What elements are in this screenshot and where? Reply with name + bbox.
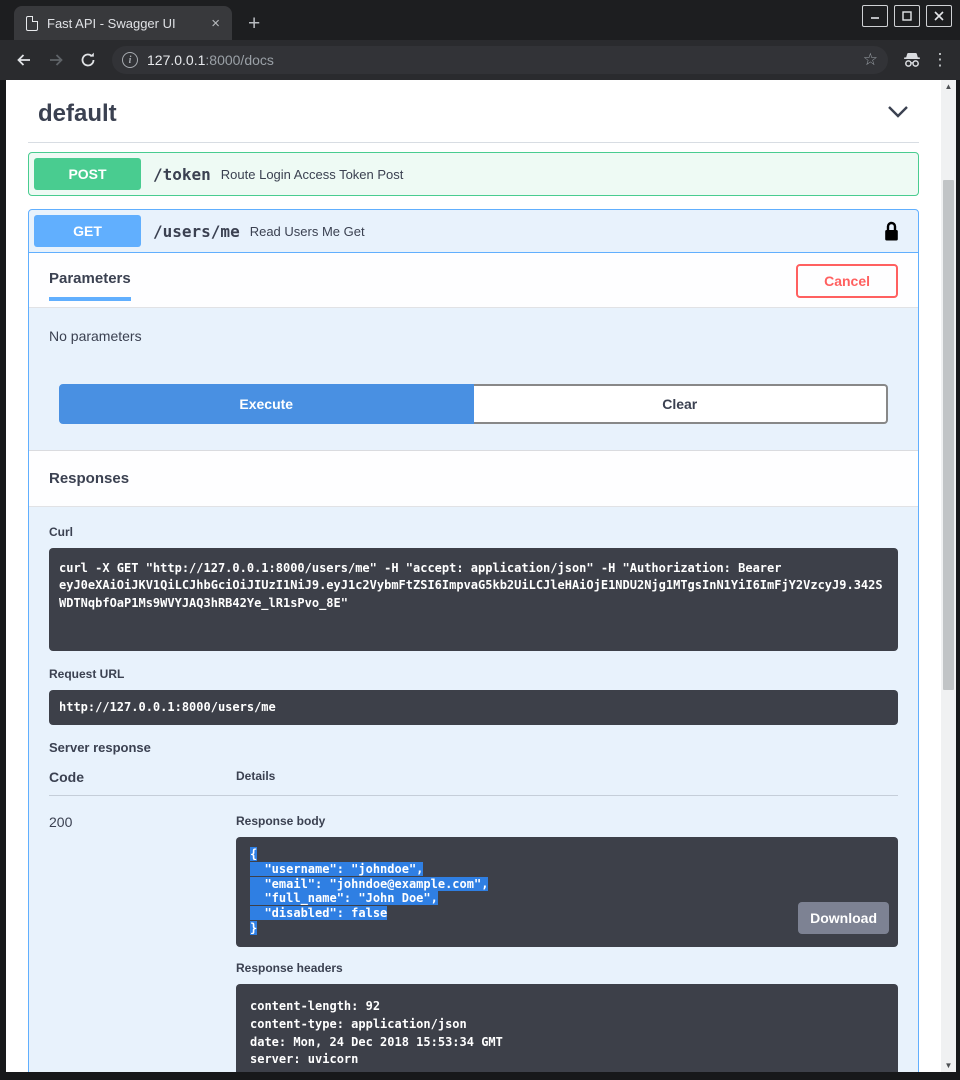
url-text[interactable]: 127.0.0.1:8000/docs <box>147 52 274 68</box>
cancel-button[interactable]: Cancel <box>796 264 898 298</box>
execute-button[interactable]: Execute <box>59 384 474 424</box>
window-controls <box>862 5 952 27</box>
get-method-badge: GET <box>34 215 141 247</box>
curl-command[interactable]: curl -X GET "http://127.0.0.1:8000/users… <box>49 548 898 651</box>
incognito-icon <box>898 46 926 74</box>
server-response-row: 200 Response body { "username": "johndoe… <box>49 796 898 1072</box>
browser-tab[interactable]: Fast API - Swagger UI × <box>14 6 232 40</box>
page-scrollbar[interactable]: ▲ ▼ <box>941 80 956 1072</box>
scrollbar-down-arrow[interactable]: ▼ <box>941 1059 956 1072</box>
auth-lock-icon[interactable] <box>884 221 899 242</box>
opblock-post-token: POST /token Route Login Access Token Pos… <box>28 152 919 196</box>
tag-title: default <box>38 100 117 128</box>
bookmark-star-icon[interactable]: ☆ <box>855 50 878 70</box>
get-users-me-summary: Read Users Me Get <box>250 224 365 239</box>
browser-window: Fast API - Swagger UI × + i <box>0 0 960 1080</box>
response-body[interactable]: { "username": "johndoe", "email": "johnd… <box>236 837 898 947</box>
tab-title: Fast API - Swagger UI <box>47 16 207 31</box>
page-viewport: default POST /token Route Login Access T… <box>0 80 960 1080</box>
scrollbar-thumb[interactable] <box>943 180 954 690</box>
url-host: 127.0.0.1 <box>147 52 205 68</box>
responses-section-header: Responses <box>29 450 918 507</box>
clear-button[interactable]: Clear <box>474 384 889 424</box>
swagger-page: default POST /token Route Login Access T… <box>6 80 941 1072</box>
responses-inner: Curl curl -X GET "http://127.0.0.1:8000/… <box>29 507 918 1072</box>
browser-toolbar: i 127.0.0.1:8000/docs ☆ ⋮ <box>0 40 960 80</box>
site-info-icon[interactable]: i <box>122 52 138 68</box>
response-headers-label: Response headers <box>236 961 898 975</box>
reload-icon[interactable] <box>74 46 102 74</box>
back-icon[interactable] <box>10 46 38 74</box>
browser-menu-icon[interactable]: ⋮ <box>930 46 950 74</box>
execute-row: Execute Clear <box>59 384 888 424</box>
tag-divider <box>28 142 919 143</box>
tab-strip: Fast API - Swagger UI × + <box>0 0 960 40</box>
server-response-label: Server response <box>49 740 898 755</box>
no-parameters-text: No parameters <box>49 326 898 384</box>
tag-header[interactable]: default <box>28 94 919 142</box>
response-status-code: 200 <box>49 814 236 1072</box>
parameters-body: No parameters Execute Clear <box>29 308 918 450</box>
response-headers: content-length: 92 content-type: applica… <box>236 984 898 1072</box>
server-response-table-head: Code Details <box>49 769 898 796</box>
new-tab-button[interactable]: + <box>248 13 260 34</box>
opblock-get-users-me: GET /users/me Read Users Me Get Paramete… <box>28 209 919 1072</box>
post-method-badge: POST <box>34 158 141 190</box>
minimize-button[interactable] <box>862 5 888 27</box>
opblock-post-token-header[interactable]: POST /token Route Login Access Token Pos… <box>29 153 918 195</box>
document-icon <box>26 16 38 31</box>
column-details: Details <box>236 769 898 785</box>
column-code: Code <box>49 769 236 785</box>
post-token-summary: Route Login Access Token Post <box>221 167 404 182</box>
maximize-button[interactable] <box>894 5 920 27</box>
curl-label: Curl <box>49 525 898 539</box>
url-path: :8000/docs <box>205 52 274 68</box>
download-button[interactable]: Download <box>798 902 889 934</box>
tab-parameters[interactable]: Parameters <box>49 270 131 301</box>
address-bar[interactable]: i 127.0.0.1:8000/docs ☆ <box>112 46 888 74</box>
chevron-down-icon[interactable] <box>887 105 909 124</box>
forward-icon[interactable] <box>42 46 70 74</box>
scrollbar-up-arrow[interactable]: ▲ <box>941 80 956 93</box>
get-users-me-path: /users/me <box>153 222 240 241</box>
close-button[interactable] <box>926 5 952 27</box>
response-body-label: Response body <box>236 814 898 828</box>
request-url-label: Request URL <box>49 667 898 681</box>
post-token-path: /token <box>153 165 211 184</box>
opblock-get-users-me-header[interactable]: GET /users/me Read Users Me Get <box>29 210 918 252</box>
request-url-value: http://127.0.0.1:8000/users/me <box>49 690 898 725</box>
tab-close-icon[interactable]: × <box>207 15 224 32</box>
parameters-section-header: Parameters Cancel <box>29 252 918 308</box>
